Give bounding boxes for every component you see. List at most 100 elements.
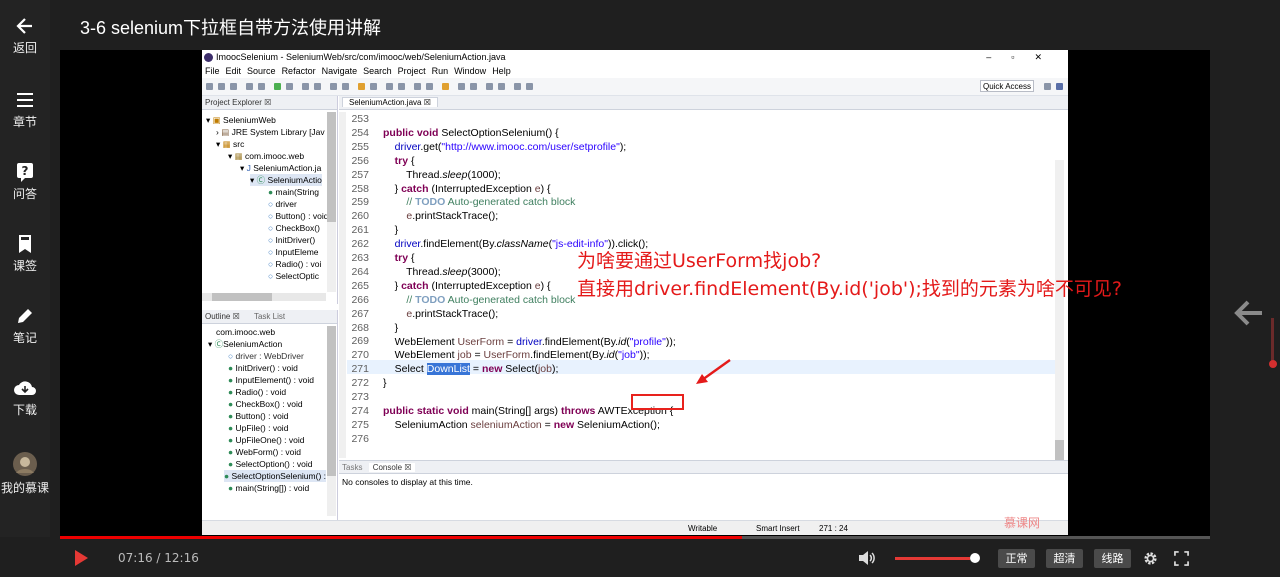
toolbar-icon[interactable] [330, 83, 337, 90]
perspective-icon[interactable] [1044, 83, 1051, 90]
toolbar-icon[interactable] [442, 83, 449, 90]
tree-item[interactable]: ▾ ▣ SeleniumWeb [206, 114, 276, 126]
hscroll-thumb[interactable] [212, 293, 272, 301]
quick-access-field[interactable]: Quick Access [979, 80, 1034, 92]
line-number: 272 [351, 377, 369, 390]
outline-item[interactable]: ▾ ⒸSeleniumAction [208, 338, 282, 350]
tasks-tab[interactable]: Tasks [342, 463, 362, 472]
explorer-hscroll[interactable] [202, 293, 326, 301]
toolbar-icon[interactable] [526, 83, 533, 90]
toolbar-icon[interactable] [230, 83, 237, 90]
toolbar-icon[interactable] [218, 83, 225, 90]
quality-hd-button[interactable]: 超清 [1046, 549, 1083, 568]
vscroll-thumb[interactable] [327, 326, 336, 476]
toolbar-icon[interactable] [398, 83, 405, 90]
outline-item[interactable]: ○ driver : WebDriver [228, 350, 304, 362]
fullscreen-icon[interactable] [1174, 551, 1189, 566]
tree-item[interactable]: ○ InitDriver() [268, 234, 315, 246]
tree-item[interactable]: ▾ J SeleniumAction.ja [240, 162, 321, 174]
outline-item-selected[interactable]: ● SelectOptionSelenium() : [224, 470, 327, 482]
tasklist-tab[interactable]: Task List [254, 312, 285, 321]
menu-source[interactable]: Source [247, 64, 276, 78]
toolbar-icon[interactable] [426, 83, 433, 90]
outline-vscroll[interactable] [327, 326, 336, 516]
menu-run[interactable]: Run [432, 64, 449, 78]
outline-item[interactable]: ● SelectOption() : void [228, 458, 313, 470]
outline-item[interactable]: ● UpFile() : void [228, 422, 288, 434]
toolbar-icon[interactable] [314, 83, 321, 90]
toolbar-icon[interactable] [386, 83, 393, 90]
my-imooc-button[interactable]: 我的慕课 [0, 452, 50, 502]
tree-item[interactable]: ● main(String [268, 186, 319, 198]
vscroll-thumb[interactable] [1055, 440, 1064, 462]
run-icon[interactable] [274, 83, 281, 90]
editor-tab-seleniumaction[interactable]: SeleniumAction.java ☒ [342, 97, 438, 107]
download-button[interactable]: 下载 [0, 378, 50, 428]
outline-item[interactable]: ● UpFileOne() : void [228, 434, 304, 446]
right-scroll-track[interactable] [1271, 318, 1274, 366]
tree-item[interactable]: ○ Radio() : voi [268, 258, 321, 270]
outline-item[interactable]: ● WebForm() : void [228, 446, 301, 458]
outline-tab[interactable]: Outline ☒ [205, 312, 240, 321]
chapters-button[interactable]: 章节 [0, 90, 50, 140]
tree-item-label: src [233, 139, 245, 149]
java-perspective-icon[interactable] [1056, 83, 1063, 90]
play-icon[interactable] [73, 550, 89, 566]
menu-help[interactable]: Help [492, 64, 511, 78]
toolbar-icon[interactable] [342, 83, 349, 90]
menu-project[interactable]: Project [398, 64, 426, 78]
toolbar-icon[interactable] [370, 83, 377, 90]
toolbar-icon[interactable] [414, 83, 421, 90]
menu-window[interactable]: Window [454, 64, 486, 78]
toolbar-icon[interactable] [246, 83, 253, 90]
back-button[interactable]: 返回 [0, 16, 50, 66]
outline-item[interactable]: ● main(String[]) : void [228, 482, 309, 494]
toolbar-icon[interactable] [206, 83, 213, 90]
tree-item[interactable]: ▾ ▦ com.imooc.web [228, 150, 304, 162]
menu-edit[interactable]: Edit [226, 64, 242, 78]
menu-refactor[interactable]: Refactor [282, 64, 316, 78]
volume-slider[interactable] [895, 557, 971, 560]
vscroll-thumb[interactable] [327, 112, 336, 222]
volume-knob[interactable] [970, 553, 980, 563]
right-scroll-thumb[interactable] [1269, 360, 1277, 368]
outline-item[interactable]: ● InitDriver() : void [228, 362, 298, 374]
quality-normal-button[interactable]: 正常 [998, 549, 1035, 568]
route-button[interactable]: 线路 [1094, 549, 1131, 568]
editor-vscroll[interactable] [1055, 160, 1064, 462]
outline-item[interactable]: com.imooc.web [216, 326, 275, 338]
tree-item[interactable]: ○ CheckBox() [268, 222, 320, 234]
toolbar-icon[interactable] [514, 83, 521, 90]
outline-item[interactable]: ● CheckBox() : void [228, 398, 303, 410]
menu-search[interactable]: Search [363, 64, 392, 78]
outline-item[interactable]: ● Radio() : void [228, 386, 286, 398]
project-explorer-tab[interactable]: Project Explorer ☒ [202, 96, 337, 110]
tree-item[interactable]: ○ Button() : void [268, 210, 328, 222]
explorer-vscroll[interactable] [327, 112, 336, 292]
bookmarks-button[interactable]: 课签 [0, 234, 50, 284]
notes-button[interactable]: 笔记 [0, 306, 50, 356]
console-tab[interactable]: Console ☒ [368, 463, 416, 472]
toolbar-icon[interactable] [302, 83, 309, 90]
tree-item-selected[interactable]: ▾ Ⓒ SeleniumActio [250, 174, 322, 186]
tree-item[interactable]: › ▤ JRE System Library [Jav [216, 126, 325, 138]
volume-icon[interactable] [858, 550, 876, 566]
gear-icon[interactable] [1143, 551, 1158, 566]
toolbar-icon[interactable] [486, 83, 493, 90]
tree-item[interactable]: ○ SelectOptic [268, 270, 319, 282]
toolbar-icon[interactable] [470, 83, 477, 90]
toolbar-icon[interactable] [498, 83, 505, 90]
tree-item[interactable]: ○ InputEleme [268, 246, 319, 258]
outline-item[interactable]: ● Button() : void [228, 410, 288, 422]
outline-item[interactable]: ● InputElement() : void [228, 374, 314, 386]
qa-button[interactable]: ? 问答 [0, 162, 50, 212]
toolbar-icon[interactable] [286, 83, 293, 90]
menu-navigate[interactable]: Navigate [322, 64, 358, 78]
next-video-arrow-icon[interactable] [1232, 296, 1266, 330]
menu-file[interactable]: File [205, 64, 220, 78]
tree-item[interactable]: ▾ ▦ src [216, 138, 244, 150]
tree-item[interactable]: ○ driver [268, 198, 297, 210]
toolbar-icon[interactable] [458, 83, 465, 90]
toolbar-icon[interactable] [358, 83, 365, 90]
toolbar-icon[interactable] [258, 83, 265, 90]
